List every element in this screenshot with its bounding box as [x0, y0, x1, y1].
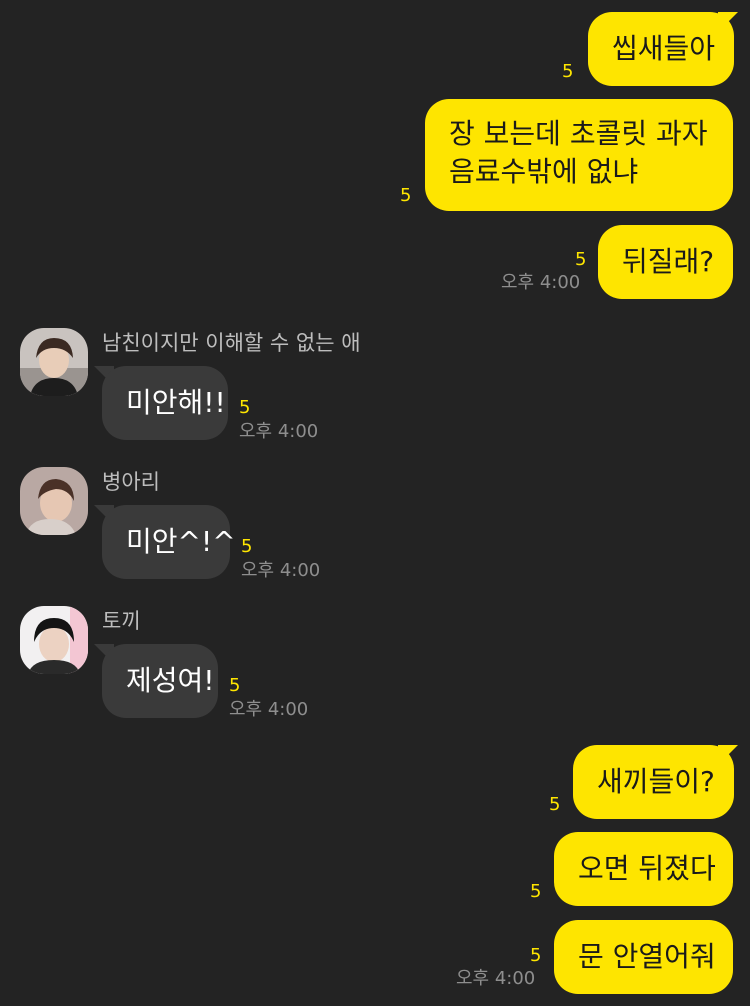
- sender-name: 토끼: [102, 609, 141, 633]
- unread-count: 5: [562, 61, 574, 82]
- message-time: 오후 4:00: [239, 421, 319, 442]
- message-text: 씹새들아: [612, 32, 716, 65]
- message-bubble[interactable]: 뒤질래?: [598, 225, 733, 299]
- message-text: 새끼들이?: [597, 765, 715, 798]
- message-text: 미안^!^: [126, 525, 236, 558]
- message-time: 오후 4:00: [229, 699, 309, 720]
- profile-photo-icon: [20, 467, 88, 535]
- avatar[interactable]: [20, 328, 88, 396]
- message-bubble[interactable]: 미안해!!: [102, 366, 228, 440]
- message-bubble[interactable]: 오면 뒤졌다: [554, 832, 733, 906]
- unread-count: 5: [229, 675, 241, 696]
- message-bubble[interactable]: 문 안열어줘: [554, 920, 733, 994]
- unread-count: 5: [530, 945, 542, 966]
- unread-count: 5: [549, 794, 561, 815]
- unread-count: 5: [239, 397, 251, 418]
- message-bubble[interactable]: 미안^!^: [102, 505, 236, 579]
- unread-count: 5: [530, 881, 542, 902]
- message-text: 오면 뒤졌다: [578, 852, 716, 885]
- message-text: 문 안열어줘: [578, 940, 716, 973]
- unread-count: 5: [400, 185, 412, 206]
- message-text: 뒤질래?: [622, 245, 715, 278]
- avatar[interactable]: [20, 606, 88, 674]
- profile-photo-icon: [20, 606, 88, 674]
- message-text: 미안해!!: [126, 386, 226, 419]
- profile-photo-icon: [20, 328, 88, 396]
- message-time: 오후 4:00: [241, 560, 321, 581]
- sender-name: 남친이지만 이해할 수 없는 애: [102, 331, 361, 355]
- message-text-line: 음료수밖에 없냐: [449, 155, 639, 188]
- message-bubble[interactable]: 장 보는데 초콜릿 과자 음료수밖에 없냐: [425, 99, 733, 211]
- unread-count: 5: [241, 536, 253, 557]
- sender-name: 병아리: [102, 470, 160, 494]
- message-time: 오후 4:00: [456, 968, 536, 989]
- message-time: 오후 4:00: [501, 272, 581, 293]
- message-bubble[interactable]: 새끼들이?: [573, 745, 734, 819]
- message-bubble[interactable]: 제성여!: [102, 644, 218, 718]
- message-text-line: 장 보는데 초콜릿 과자: [449, 117, 708, 150]
- message-text: 제성여!: [126, 664, 215, 697]
- avatar[interactable]: [20, 467, 88, 535]
- message-bubble[interactable]: 씹새들아: [588, 12, 734, 86]
- unread-count: 5: [575, 249, 587, 270]
